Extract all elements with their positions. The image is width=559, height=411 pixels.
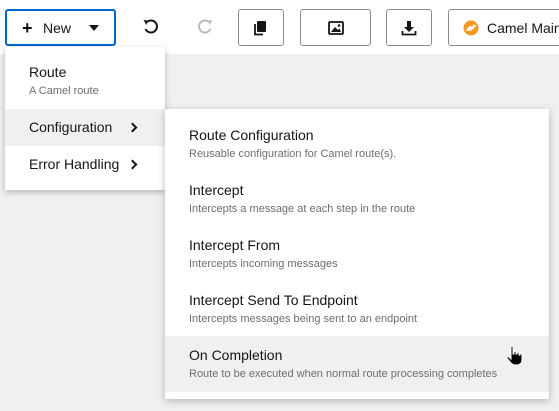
copy-button[interactable] [238, 9, 284, 46]
submenu-item-description: Intercepts a message at each step in the… [189, 203, 416, 215]
undo-button[interactable] [133, 10, 169, 44]
submenu-item-description: Route to be executed when normal route p… [189, 368, 498, 380]
submenu-item-intercept-from[interactable]: Intercept From Intercepts incoming messa… [165, 219, 549, 274]
download-button[interactable] [386, 9, 432, 46]
menu-item-error-handling[interactable]: Error Handling [5, 146, 165, 183]
hand-cursor-icon [506, 345, 523, 366]
export-image-button[interactable] [300, 9, 371, 46]
submenu-item-label: Intercept [189, 182, 244, 198]
redo-button[interactable] [187, 10, 223, 44]
submenu-item-description: Intercepts incoming messages [189, 258, 338, 270]
menu-item-route[interactable]: Route A Camel route [5, 55, 165, 103]
submenu-item-label: Intercept Send To Endpoint [189, 292, 358, 308]
copy-icon [254, 20, 266, 35]
new-button[interactable]: + New [5, 9, 116, 46]
chevron-right-icon [127, 159, 138, 170]
toolbar: + New Camel Main [0, 0, 559, 54]
menu-item-label: Route [29, 64, 67, 80]
submenu-item-description: Intercepts messages being sent to an end… [189, 313, 418, 325]
redo-icon [198, 19, 213, 34]
submenu-item-route-configuration[interactable]: Route Configuration Reusable configurati… [165, 109, 549, 164]
chevron-right-icon [127, 122, 138, 133]
plus-icon: + [22, 18, 33, 38]
submenu-item-label: Intercept From [189, 237, 281, 253]
download-icon [401, 20, 417, 35]
submenu-item-label: On Completion [189, 347, 283, 363]
runtime-selector-label: Camel Main [487, 19, 559, 36]
runtime-selector-button[interactable]: Camel Main [448, 9, 559, 46]
submenu-item-label: Route Configuration [189, 127, 314, 143]
image-icon [327, 20, 344, 35]
caret-down-icon [89, 25, 99, 31]
menu-item-description: A Camel route [29, 85, 99, 97]
new-menu: Route A Camel route Configuration Error … [5, 47, 165, 190]
menu-item-label: Error Handling [29, 156, 120, 172]
submenu-item-intercept[interactable]: Intercept Intercepts a message at each s… [165, 164, 549, 219]
camel-logo-icon [463, 20, 479, 35]
new-button-label: New [43, 20, 72, 36]
menu-item-label: Configuration [29, 119, 113, 135]
submenu-item-on-completion[interactable]: On Completion Route to be executed when … [165, 336, 549, 392]
submenu-item-description: Reusable configuration for Camel route(s… [189, 148, 397, 160]
configuration-submenu: Route Configuration Reusable configurati… [165, 109, 549, 399]
menu-item-configuration[interactable]: Configuration [5, 109, 165, 146]
submenu-item-intercept-send-to-endpoint[interactable]: Intercept Send To Endpoint Intercepts me… [165, 274, 549, 329]
undo-icon [143, 19, 158, 34]
